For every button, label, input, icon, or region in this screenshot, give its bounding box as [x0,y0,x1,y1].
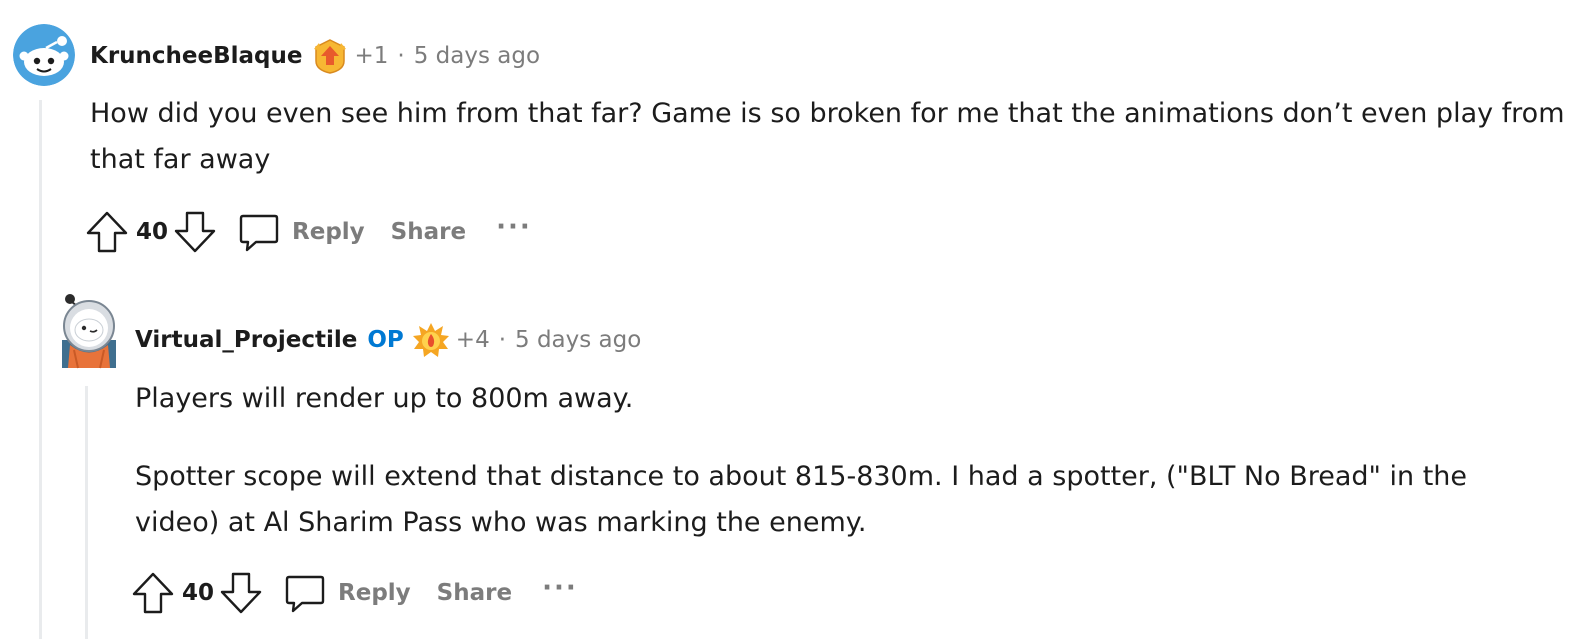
comment-meta: Virtual_Projectile OP +4 · 5 days ago [135,320,641,360]
op-badge: OP [367,327,404,353]
downvote-arrow-icon[interactable] [172,209,218,255]
comment-bubble-icon [285,575,325,613]
comment-paragraph: Players will render up to 800m away. [135,383,634,414]
username[interactable]: KruncheeBlaque [90,43,303,69]
reply-button[interactable]: Reply [238,211,365,253]
share-label: Share [436,580,513,606]
more-options-icon[interactable]: ··· [496,212,532,242]
reply-label: Reply [292,219,365,245]
separator-dot: · [498,327,507,353]
separator-dot: · [397,43,405,69]
share-button[interactable]: Share [391,219,466,245]
astronaut-snoo-avatar-icon [62,294,116,369]
upvote-arrow-icon[interactable] [84,209,130,255]
more-options-icon[interactable]: ··· [542,573,578,603]
vote-score: 40 [182,580,215,606]
vote-score: 40 [136,219,169,245]
comment-meta: KruncheeBlaque +1 · 5 days ago [90,36,540,76]
comment-paragraph: How did you even see him from that far? … [90,98,1565,175]
comment-actions: 40 Reply Share ··· [84,207,532,257]
avatar[interactable] [60,290,118,370]
timestamp[interactable]: 5 days ago [414,43,540,69]
comment-body: How did you even see him from that far? … [90,91,1565,183]
thread-line-1[interactable] [39,100,42,639]
award-count: +1 [354,43,389,69]
reply-label: Reply [338,580,411,606]
comment-paragraph: Spotter scope will extend that distance … [135,461,1468,538]
share-button[interactable]: Share [437,580,512,606]
comment-body: Players will render up to 800m away. Spo… [135,376,1555,546]
username[interactable]: Virtual_Projectile [135,327,357,353]
fire-award-icon[interactable] [412,321,450,359]
award-count: +4 [455,327,490,353]
upvote-arrow-icon[interactable] [130,570,176,616]
timestamp[interactable]: 5 days ago [515,327,641,353]
thread-line-2[interactable] [85,386,88,639]
comment-actions: 40 Reply Share ··· [130,568,578,618]
snoo-avatar-icon [13,24,75,86]
upvote-award-icon[interactable] [311,37,349,75]
downvote-arrow-icon[interactable] [218,570,264,616]
reply-button[interactable]: Reply [284,572,411,614]
share-label: Share [390,219,467,245]
avatar[interactable] [13,24,75,86]
comment-bubble-icon [239,214,279,252]
